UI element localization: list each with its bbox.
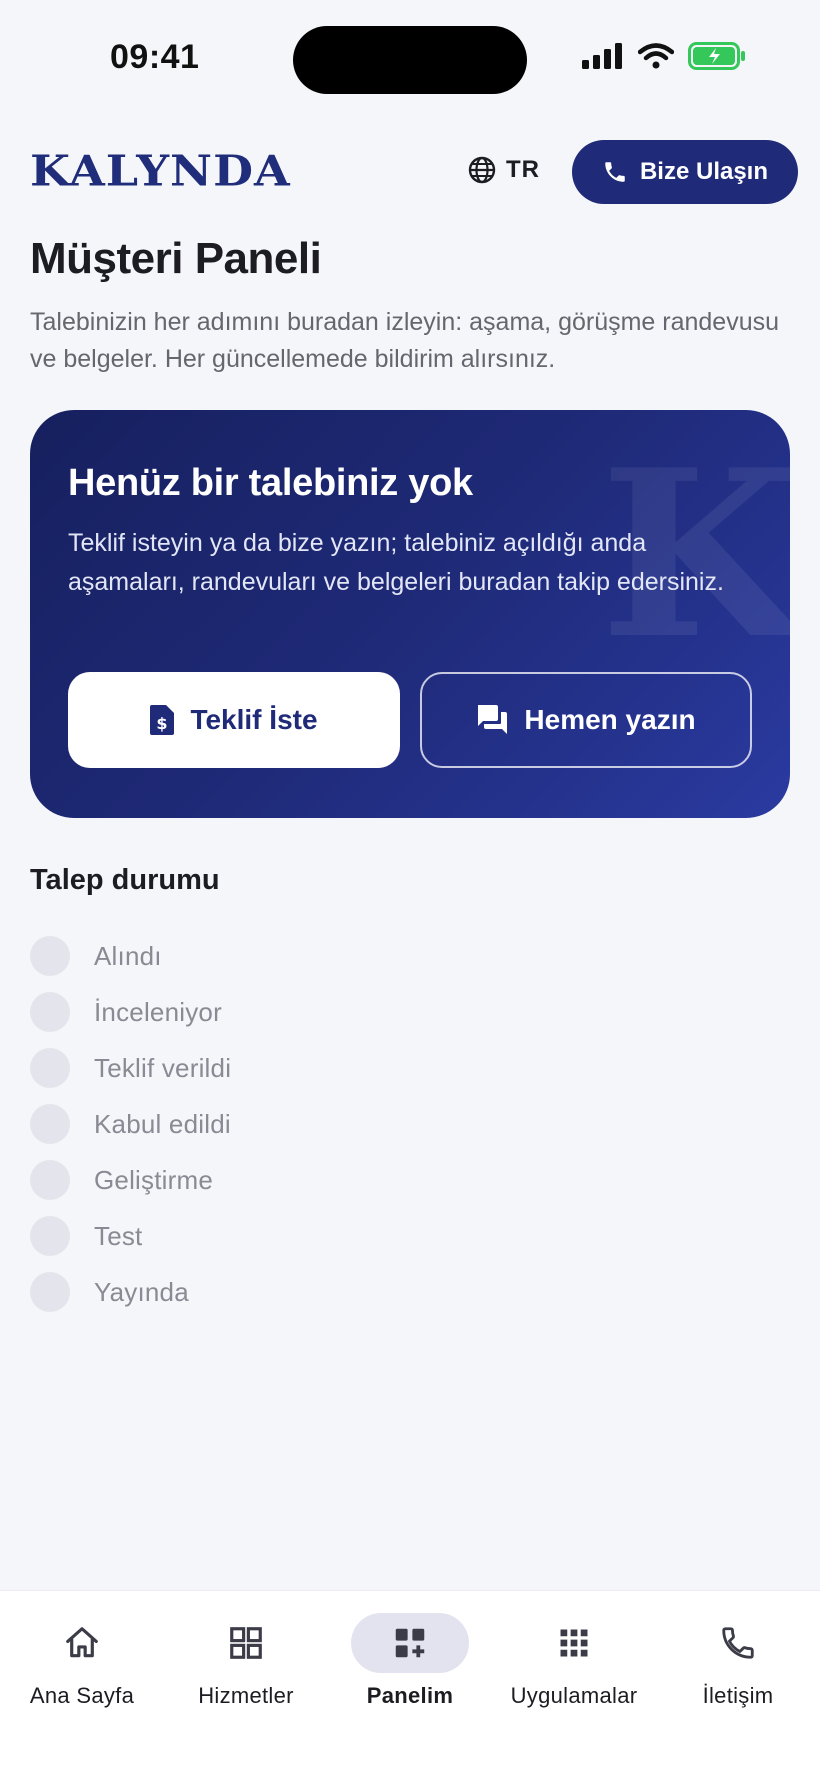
- grid-icon: [230, 1627, 262, 1659]
- step-label: Test: [94, 1220, 143, 1251]
- apps-icon: [560, 1629, 588, 1657]
- status-step: Yayında: [30, 1264, 231, 1320]
- brand-logo[interactable]: KALYNDA: [30, 146, 291, 196]
- status-step: Teklif verildi: [30, 1040, 231, 1096]
- language-switcher[interactable]: TR: [468, 156, 540, 184]
- nav-item-contact[interactable]: İletişim: [656, 1613, 820, 1709]
- status-time: 09:41: [110, 38, 200, 76]
- step-label: Kabul edildi: [94, 1108, 231, 1139]
- wifi-icon: [638, 43, 674, 69]
- write-now-label: Hemen yazın: [524, 704, 696, 735]
- write-now-button[interactable]: Hemen yazın: [420, 672, 752, 768]
- request-status-title: Talep durumu: [30, 864, 220, 896]
- nav-label: Panelim: [366, 1683, 454, 1708]
- step-indicator: [30, 1160, 70, 1200]
- active-indicator: [351, 1613, 469, 1673]
- step-label: Yayında: [94, 1276, 189, 1307]
- dashboard-add-icon: [395, 1628, 425, 1658]
- invoice-icon: $: [150, 705, 175, 735]
- dynamic-island: [293, 26, 527, 94]
- contact-us-label: Bize Ulaşın: [639, 158, 769, 185]
- nav-label: İletişim: [702, 1683, 774, 1708]
- battery-icon: [688, 42, 745, 70]
- svg-text:$: $: [157, 714, 168, 733]
- nav-item-panel[interactable]: Panelim: [328, 1613, 492, 1709]
- nav-item-apps[interactable]: Uygulamalar: [492, 1613, 656, 1709]
- home-icon: [66, 1627, 98, 1658]
- step-label: Alındı: [94, 940, 162, 971]
- step-indicator: [30, 1216, 70, 1256]
- step-indicator: [30, 1272, 70, 1312]
- status-step: Test: [30, 1208, 231, 1264]
- page-title: Müşteri Paneli: [30, 234, 322, 283]
- status-step: Alındı: [30, 928, 231, 984]
- status-step: Kabul edildi: [30, 1096, 231, 1152]
- step-indicator: [30, 1048, 70, 1088]
- step-label: İnceleniyor: [94, 996, 222, 1027]
- step-indicator: [30, 936, 70, 976]
- nav-label: Ana Sayfa: [29, 1683, 135, 1708]
- status-bar: 09:41: [0, 0, 820, 120]
- nav-label: Hizmetler: [198, 1683, 294, 1708]
- empty-state-card: K Henüz bir talebiniz yok Teklif isteyin…: [30, 410, 790, 818]
- step-indicator: [30, 992, 70, 1032]
- language-label: TR: [506, 156, 540, 183]
- status-steps-list: Alındı İnceleniyor Teklif verildi Kabul …: [30, 928, 231, 1320]
- step-indicator: [30, 1104, 70, 1144]
- nav-item-home[interactable]: Ana Sayfa: [0, 1613, 164, 1709]
- globe-icon: [468, 156, 496, 184]
- bottom-navigation: Ana Sayfa Hizmetler Panelim Uygulamalar …: [0, 1590, 820, 1783]
- step-label: Teklif verildi: [94, 1052, 232, 1083]
- phone-icon: [722, 1627, 754, 1659]
- request-quote-label: Teklif İste: [190, 704, 318, 735]
- app-header: KALYNDA TR Bize Ulaşın: [0, 138, 820, 204]
- signal-icon: [582, 43, 622, 69]
- page-description: Talebinizin her adımını buradan izleyin:…: [30, 308, 780, 373]
- request-quote-button[interactable]: $ Teklif İste: [68, 672, 400, 768]
- contact-us-button[interactable]: Bize Ulaşın: [572, 140, 798, 204]
- empty-state-text: Teklif isteyin ya da bize yazın; talebin…: [68, 529, 724, 596]
- status-step: İnceleniyor: [30, 984, 231, 1040]
- step-label: Geliştirme: [94, 1164, 214, 1195]
- empty-state-title: Henüz bir talebiniz yok: [68, 462, 473, 504]
- nav-label: Uygulamalar: [510, 1683, 638, 1708]
- nav-item-services[interactable]: Hizmetler: [164, 1613, 328, 1709]
- chat-icon: [478, 705, 508, 734]
- status-icons: [582, 42, 746, 70]
- phone-icon: [605, 162, 625, 182]
- status-step: Geliştirme: [30, 1152, 231, 1208]
